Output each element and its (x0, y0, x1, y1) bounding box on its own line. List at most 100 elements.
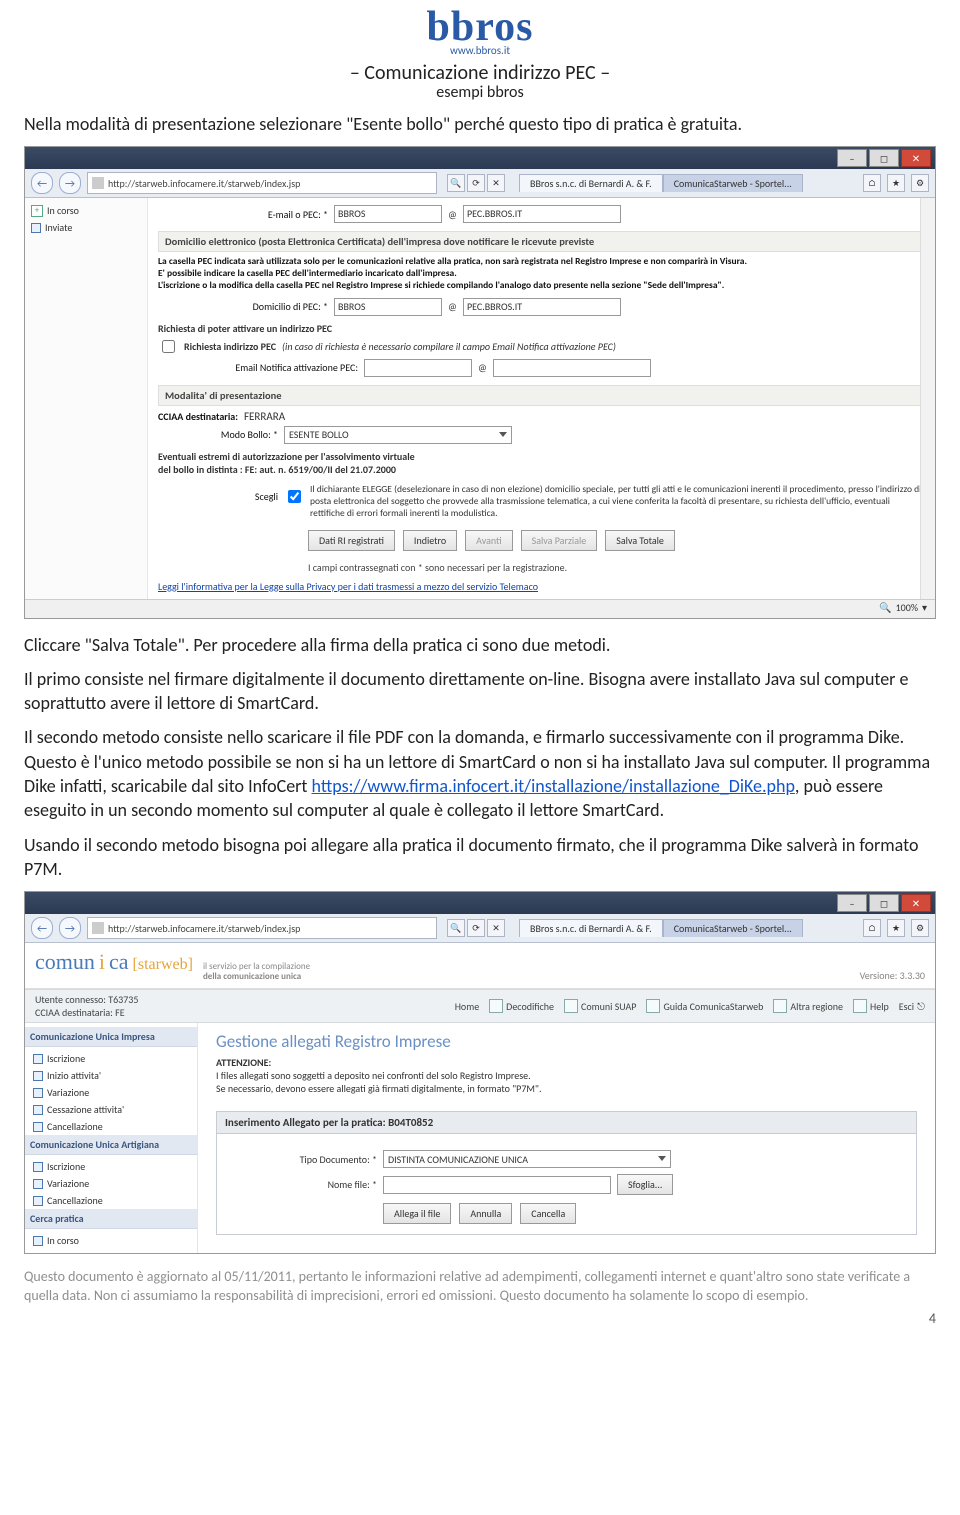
domicilio-label: Domicilio di PEC: * (158, 300, 328, 313)
maximize-button[interactable]: ◻ (869, 149, 899, 167)
close-button[interactable]: ✕ (901, 894, 931, 912)
note-line: E' possibile indicare la casella PEC del… (158, 267, 457, 279)
nav-decodifiche[interactable]: Decodifiche (489, 999, 554, 1013)
search-icon[interactable]: 🔍 (447, 174, 465, 192)
tools-icon[interactable]: ⚙ (911, 174, 929, 192)
favorites-icon[interactable]: ★ (887, 919, 905, 937)
stop-icon[interactable]: ✕ (487, 919, 505, 937)
nav-home[interactable]: Home (455, 1000, 479, 1013)
notif-domain-input[interactable] (493, 359, 651, 377)
nav-altra-regione[interactable]: Altra regione (773, 999, 843, 1013)
sidebar-item[interactable]: Iscrizione (31, 1050, 191, 1067)
richiesta-subhead: Richiesta di poter attivare un indirizzo… (158, 322, 925, 335)
forward-icon[interactable]: → (59, 917, 81, 939)
logo-url: www.bbros.it (24, 44, 936, 57)
sfoglia-button[interactable]: Sfoglia... (617, 1174, 673, 1195)
bollo-select[interactable]: ESENTE BOLLO (284, 426, 512, 444)
scegli-checkbox[interactable] (288, 490, 301, 503)
home-icon[interactable]: ⌂ (863, 919, 881, 937)
back-icon[interactable]: ← (31, 917, 53, 939)
sidebar-item[interactable]: Inizio attivita' (31, 1067, 191, 1084)
forward-icon[interactable]: → (59, 172, 81, 194)
salva-parziale-button[interactable]: Salva Parziale (521, 530, 598, 551)
favorites-icon[interactable]: ★ (887, 174, 905, 192)
document-header: bbros www.bbros.it – Comunicazione indir… (24, 6, 936, 102)
allega-file-button[interactable]: Allega il file (383, 1203, 451, 1224)
nav-guida[interactable]: Guida ComunicaStarweb (646, 999, 763, 1013)
sidebar-item[interactable]: Variazione (31, 1084, 191, 1101)
sidebar-item[interactable]: Cancellazione (31, 1118, 191, 1135)
close-button[interactable]: ✕ (901, 149, 931, 167)
sidebar-item[interactable]: Iscrizione (31, 1158, 191, 1175)
sidebar-label: In corso (47, 1234, 79, 1247)
nav-esci[interactable]: Esci⎋ (899, 1000, 925, 1013)
browser-tab-1[interactable]: BBros s.n.c. di Bernardi A. & F. (519, 919, 663, 937)
dike-link[interactable]: https://www.firma.infocert.it/installazi… (312, 775, 795, 797)
cciaa-value: FERRARA (244, 410, 285, 423)
zoom-control[interactable]: 🔍 100% ▾ (879, 601, 927, 614)
help-icon (853, 999, 867, 1013)
sidebar-item-inviate[interactable]: Inviate (31, 221, 141, 234)
richiesta-checkbox[interactable] (162, 340, 175, 353)
chevron-down-icon: ▾ (922, 601, 927, 614)
main-content-2: Gestione allegati Registro Imprese ATTEN… (198, 1023, 935, 1253)
guide-icon (646, 999, 660, 1013)
logo-starweb: [starweb] (133, 956, 193, 974)
nav-suap[interactable]: Comuni SUAP (564, 999, 636, 1013)
nav-help[interactable]: Help (853, 999, 889, 1013)
back-icon[interactable]: ← (31, 172, 53, 194)
address-bar[interactable]: http://starweb.infocamere.it/starweb/ind… (87, 172, 437, 194)
dati-ri-button[interactable]: Dati RI registrati (308, 530, 395, 551)
browser-tab-2[interactable]: ComunicaStarweb - Sportel... (663, 919, 803, 937)
bullet-icon (33, 1179, 43, 1189)
sidebar-item[interactable]: Cancellazione (31, 1192, 191, 1209)
email-domain-input[interactable]: PEC.BBROS.IT (463, 205, 621, 223)
mid-paragraph-3: Il secondo metodo consiste nello scarica… (24, 725, 936, 822)
nome-file-input[interactable] (383, 1176, 611, 1194)
minimize-button[interactable]: – (837, 149, 867, 167)
email-user-input[interactable]: BBROS (334, 205, 442, 223)
browser-tab-2[interactable]: ComunicaStarweb - Sportel... (663, 174, 803, 192)
stop-icon[interactable]: ✕ (487, 174, 505, 192)
footer-disclaimer: Questo documento è aggiornato al 05/11/2… (24, 1268, 936, 1306)
privacy-link[interactable]: Leggi l'informativa per la Legge sulla P… (158, 580, 925, 593)
exit-icon: ⎋ (917, 1000, 925, 1013)
site-icon (92, 922, 104, 934)
tree-expand-icon[interactable]: + (31, 205, 43, 217)
tipo-documento-value: DISTINTA COMUNICAZIONE UNICA (388, 1153, 528, 1166)
sidebar-item[interactable]: Variazione (31, 1175, 191, 1192)
notif-user-input[interactable] (364, 359, 472, 377)
salva-totale-button[interactable]: Salva Totale (605, 530, 675, 551)
user-bar: Utente connesso: T63735 CCIAA destinatar… (25, 989, 935, 1023)
sidebar-item[interactable]: Cessazione attivita' (31, 1101, 191, 1118)
site-icon (92, 177, 104, 189)
browser-tab-1[interactable]: BBros s.n.c. di Bernardi A. & F. (519, 174, 663, 192)
avanti-button[interactable]: Avanti (465, 530, 513, 551)
minimize-button[interactable]: – (837, 894, 867, 912)
indietro-button[interactable]: Indietro (403, 530, 457, 551)
section-domicilio-title: Domicilio elettronico (posta Elettronica… (158, 231, 925, 252)
refresh-icon[interactable]: ⟳ (467, 174, 485, 192)
home-icon[interactable]: ⌂ (863, 174, 881, 192)
tipo-documento-select[interactable]: DISTINTA COMUNICAZIONE UNICA (383, 1150, 671, 1168)
page-number: 4 (24, 1310, 936, 1327)
bullet-icon (33, 1236, 43, 1246)
sidebar-item-incorso[interactable]: + In corso (31, 204, 141, 217)
maximize-button[interactable]: ◻ (869, 894, 899, 912)
domicilio-user-input[interactable]: BBROS (334, 298, 442, 316)
address-bar[interactable]: http://starweb.infocamere.it/starweb/ind… (87, 917, 437, 939)
sidebar-label: Cancellazione (47, 1194, 103, 1207)
scrollbar-vertical[interactable] (920, 198, 935, 598)
bullet-icon (31, 223, 41, 233)
sidebar-item[interactable]: In corso (31, 1232, 191, 1249)
refresh-icon[interactable]: ⟳ (467, 919, 485, 937)
cancella-button[interactable]: Cancella (520, 1203, 576, 1224)
annulla-button[interactable]: Annulla (459, 1203, 512, 1224)
attention-head: ATTENZIONE: (216, 1056, 917, 1069)
domicilio-domain-input[interactable]: PEC.BBROS.IT (463, 298, 621, 316)
tools-icon[interactable]: ⚙ (911, 919, 929, 937)
suap-icon (564, 999, 578, 1013)
email-label: E-mail o PEC: * (158, 208, 328, 221)
search-icon[interactable]: 🔍 (447, 919, 465, 937)
sidebar-2: Comunicazione Unica Impresa Iscrizione I… (25, 1023, 198, 1253)
